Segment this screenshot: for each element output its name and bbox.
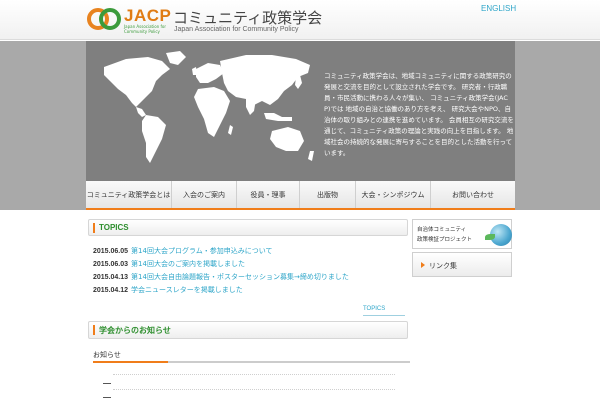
- north-america-shape: [104, 57, 170, 107]
- news-subtitle: お知らせ: [93, 351, 121, 359]
- nav-item-about[interactable]: コミュニティ政策学会とは: [86, 181, 172, 208]
- list-item: 2015.04.13 第14回大会自由論題報告・ポスターセッション募集→締め切りま…: [93, 271, 408, 284]
- new-zealand-shape: [308, 151, 314, 161]
- world-map-image: [104, 51, 314, 163]
- list-item: 2015.06.03 第14回大会のご案内を掲載しました: [93, 258, 408, 271]
- topic-date: 2015.04.13: [93, 274, 129, 281]
- nav-item-membership[interactable]: 入会のご案内: [172, 181, 237, 208]
- links-button[interactable]: リンク集: [412, 252, 512, 277]
- english-link[interactable]: ENGLISH: [481, 4, 516, 13]
- hero-band: コミュニティ政策学会は、地域コミュニティに関する政策研究の発展と交流を目的として…: [0, 41, 600, 181]
- europe-shape: [196, 63, 224, 83]
- south-america-shape: [142, 115, 166, 163]
- topics-more-divider: [363, 315, 405, 316]
- topics-header-accent: [93, 223, 95, 233]
- hero-panel: コミュニティ政策学会は、地域コミュニティに関する政策研究の発展と交流を目的として…: [86, 41, 515, 181]
- topic-date: 2015.06.05: [93, 248, 129, 255]
- nav-item-officers[interactable]: 役員・理事: [237, 181, 300, 208]
- project-banner[interactable]: 自治体コミュニティ 政策検証プロジェクト: [412, 219, 512, 249]
- leaf-icon: [485, 234, 495, 240]
- nav-item-publications[interactable]: 出版物: [300, 181, 356, 208]
- topic-link[interactable]: 学会ニュースレターを掲載しました: [131, 286, 243, 294]
- topics-list: 2015.06.05 第14回大会プログラム・参加申込みについて 2015.06.…: [93, 245, 408, 297]
- topic-link[interactable]: 第14回大会のご案内を掲載しました: [131, 260, 245, 268]
- news-header: 学会からのお知らせ: [88, 321, 408, 339]
- news-row-divider: [113, 374, 395, 375]
- news-title: 学会からのお知らせ: [99, 326, 171, 335]
- uk-shape: [192, 67, 197, 75]
- central-america-shape: [136, 107, 146, 117]
- banner-line-2: 政策検証プロジェクト: [417, 237, 473, 243]
- news-divider-accent: [93, 361, 168, 363]
- madagascar-shape: [228, 125, 233, 135]
- news-row-bullet: [103, 397, 111, 398]
- list-item: 2015.06.05 第14回大会プログラム・参加申込みについて: [93, 245, 408, 258]
- nav-item-conference[interactable]: 大会・シンポジウム: [356, 181, 431, 208]
- main-nav-band: コミュニティ政策学会とは 入会のご案内 役員・理事 出版物 大会・シンポジウム …: [0, 181, 600, 210]
- greenland-shape: [166, 51, 186, 65]
- news-row-bullet: [103, 383, 111, 384]
- news-row-divider: [113, 389, 395, 390]
- topics-more-link[interactable]: TOPICS: [363, 306, 385, 312]
- list-item: 2015.04.12 学会ニュースレターを掲載しました: [93, 284, 408, 297]
- africa-shape: [194, 87, 230, 137]
- hero-intro-text: コミュニティ政策学会は、地域コミュニティに関する政策研究の発展と交流を目的として…: [324, 72, 514, 157]
- news-header-accent: [93, 325, 95, 335]
- site-header: JACP Japan Association for Community Pol…: [0, 0, 600, 40]
- page: JACP Japan Association for Community Pol…: [0, 0, 600, 400]
- site-title[interactable]: コミュニティ政策学会: [173, 7, 322, 28]
- topics-title: TOPICS: [99, 223, 129, 232]
- logo-ring-green: [99, 8, 121, 30]
- japan-shape: [295, 75, 302, 89]
- banner-line-1: 自治体コミュニティ: [417, 227, 467, 233]
- site-subtitle: Japan Association for Community Policy: [174, 26, 299, 33]
- logo-acronym[interactable]: JACP: [124, 6, 171, 26]
- topics-header: TOPICS: [88, 219, 408, 236]
- main-nav: コミュニティ政策学会とは 入会のご案内 役員・理事 出版物 大会・シンポジウム …: [86, 181, 515, 210]
- news-divider: [93, 361, 410, 363]
- arrow-right-icon: [421, 262, 425, 268]
- indonesia-shape: [264, 113, 292, 121]
- topic-date: 2015.06.03: [93, 261, 129, 268]
- logo-rings-icon[interactable]: [87, 8, 121, 30]
- topic-link[interactable]: 第14回大会自由論題報告・ポスターセッション募集→締め切りました: [131, 273, 349, 281]
- india-shape: [246, 97, 256, 115]
- logo-subtitle: Japan Association for Community Policy: [124, 24, 166, 34]
- links-label: リンク集: [429, 262, 457, 270]
- australia-shape: [270, 127, 304, 151]
- nav-item-contact[interactable]: お問い合わせ: [431, 181, 515, 208]
- topic-link[interactable]: 第14回大会プログラム・参加申込みについて: [131, 247, 273, 255]
- topic-date: 2015.04.12: [93, 287, 129, 294]
